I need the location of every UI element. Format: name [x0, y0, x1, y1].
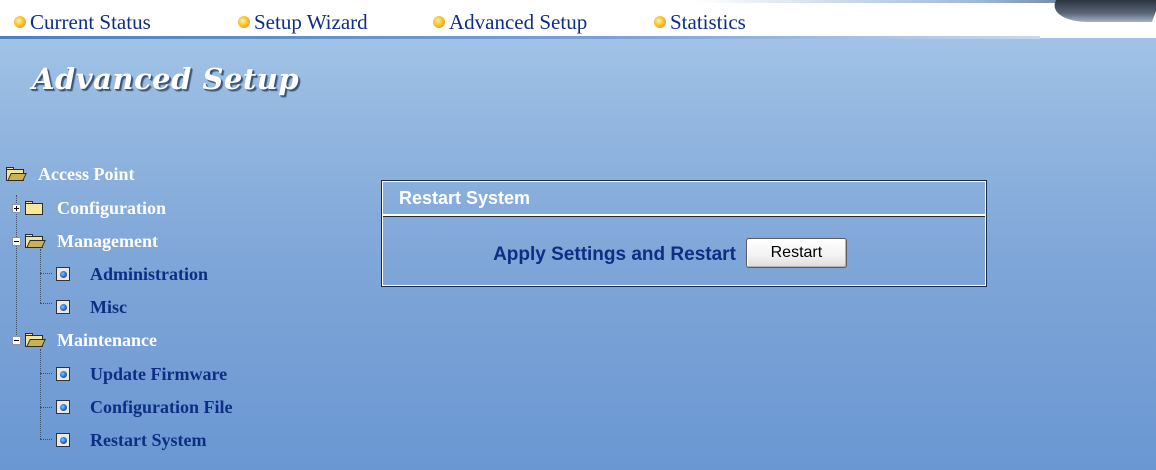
- page-icon: [56, 400, 70, 414]
- tree-item-configuration-file[interactable]: Configuration File: [56, 396, 233, 418]
- tree-item-maintenance-label: Maintenance: [57, 329, 157, 350]
- restart-system-panel: Restart System Apply Settings and Restar…: [381, 180, 987, 287]
- tree-item-maintenance[interactable]: Maintenance: [12, 329, 157, 351]
- tree-item-management-label: Management: [57, 230, 158, 251]
- yellow-bullet-icon: [238, 16, 250, 28]
- folder-open-icon: [6, 167, 27, 181]
- folder-open-icon: [25, 234, 46, 248]
- yellow-bullet-icon: [654, 16, 666, 28]
- device-corner-graphic: [1047, 0, 1156, 22]
- minus-expander-icon[interactable]: [12, 335, 21, 345]
- tree-item-misc[interactable]: Misc: [56, 296, 127, 318]
- top-accent-line: [0, 0, 1156, 3]
- page-icon: [56, 300, 70, 314]
- tree-item-access-point-label: Access Point: [38, 163, 135, 184]
- tree-item-configuration-label: Configuration: [57, 197, 167, 218]
- panel-body: Apply Settings and Restart Restart: [383, 220, 985, 284]
- tree-item-administration-label: Administration: [90, 263, 209, 284]
- page-icon: [56, 433, 70, 447]
- nav-current-status[interactable]: Current Status: [14, 10, 151, 34]
- tree-item-update-firmware-label: Update Firmware: [90, 363, 228, 384]
- tree-connector-line: [40, 407, 52, 408]
- page-icon: [56, 267, 70, 281]
- apply-settings-label: Apply Settings and Restart: [493, 244, 736, 265]
- tree-item-configuration-file-label: Configuration File: [90, 396, 233, 417]
- tree-item-update-firmware[interactable]: Update Firmware: [56, 363, 227, 385]
- nav-setup-wizard[interactable]: Setup Wizard: [238, 10, 368, 34]
- tree-connector-line: [40, 273, 52, 274]
- minus-expander-icon[interactable]: [12, 236, 21, 246]
- tree-item-misc-label: Misc: [90, 296, 127, 317]
- nav-setup-wizard-label: Setup Wizard: [254, 9, 368, 34]
- folder-open-icon: [25, 333, 46, 347]
- folder-closed-icon: [25, 201, 45, 215]
- tree-item-access-point[interactable]: Access Point: [6, 163, 134, 185]
- tree-connector-line: [40, 249, 41, 303]
- nav-statistics-label: Statistics: [670, 9, 746, 34]
- nav-advanced-setup[interactable]: Advanced Setup: [433, 10, 587, 34]
- tree-connector-line: [40, 373, 52, 374]
- tree-item-administration[interactable]: Administration: [56, 263, 208, 285]
- nav-advanced-setup-label: Advanced Setup: [449, 9, 588, 34]
- tree-connector-line: [40, 439, 52, 440]
- nav-separator-line: [0, 36, 1040, 39]
- yellow-bullet-icon: [14, 16, 26, 28]
- tree-connector-line: [40, 303, 52, 304]
- top-nav-bar: Current Status Setup Wizard Advanced Set…: [0, 0, 1156, 39]
- tree-item-restart-system-label: Restart System: [90, 429, 207, 450]
- panel-title: Restart System: [383, 182, 985, 216]
- tree-item-management[interactable]: Management: [12, 230, 158, 252]
- restart-button[interactable]: Restart: [745, 238, 847, 268]
- yellow-bullet-icon: [433, 16, 445, 28]
- tree-connector-line: [40, 349, 41, 439]
- page-title: Advanced Setup: [32, 62, 300, 96]
- tree-item-configuration[interactable]: Configuration: [12, 197, 166, 219]
- page-icon: [56, 367, 70, 381]
- nav-current-status-label: Current Status: [30, 9, 151, 34]
- nav-statistics[interactable]: Statistics: [654, 10, 746, 34]
- tree-item-restart-system[interactable]: Restart System: [56, 429, 206, 451]
- plus-expander-icon[interactable]: [12, 203, 21, 213]
